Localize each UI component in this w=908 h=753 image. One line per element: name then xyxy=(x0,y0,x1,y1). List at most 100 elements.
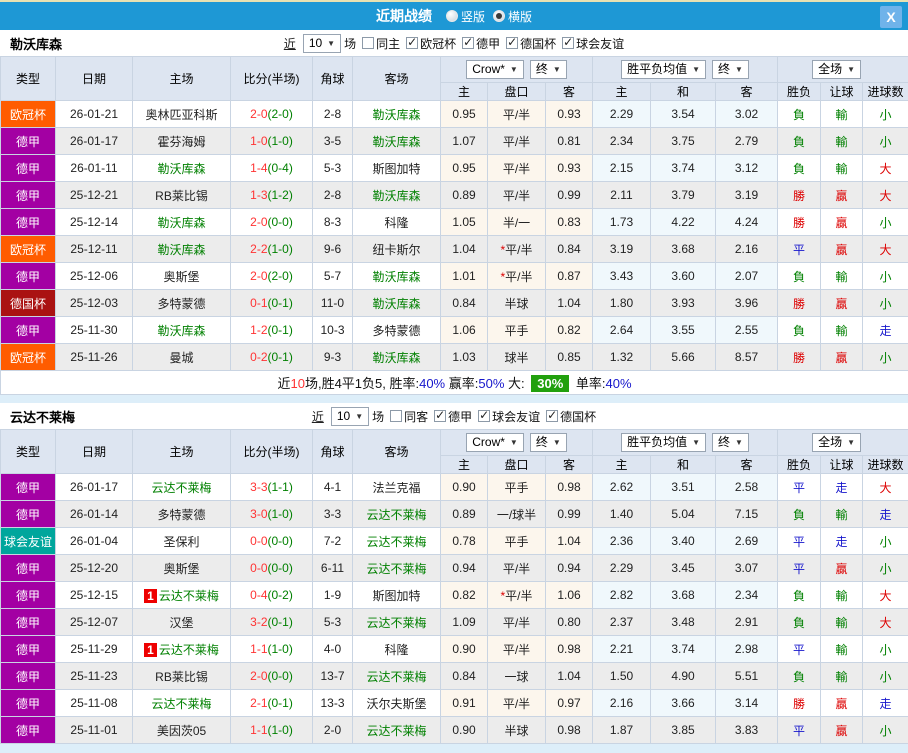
horizontal-layout-radio[interactable] xyxy=(493,10,505,22)
result-goals: 大 xyxy=(862,154,908,182)
away-team: 勒沃库森 xyxy=(352,289,441,317)
league-badge: 德甲 xyxy=(0,662,56,690)
league-filter-label[interactable]: 德国杯 xyxy=(520,35,556,52)
final-avg-select[interactable]: 终 ▼ xyxy=(712,433,749,452)
avg-draw-odds: 5.66 xyxy=(650,343,716,371)
avg-away-odds: 2.98 xyxy=(714,635,779,663)
scope-select[interactable]: 全场 ▼ xyxy=(812,433,862,452)
avg-draw-odds: 3.93 xyxy=(650,289,716,317)
league-badge: 德甲 xyxy=(0,181,56,209)
league-filter-label[interactable]: 德国杯 xyxy=(560,408,596,425)
league-badge: 德甲 xyxy=(0,208,56,236)
vertical-layout-radio[interactable] xyxy=(445,10,458,22)
away-team: 多特蒙德 xyxy=(352,316,441,344)
league-filter-label[interactable]: 德甲 xyxy=(448,408,472,425)
home-odds: 0.95 xyxy=(440,100,488,128)
away-odds: 1.04 xyxy=(545,527,593,555)
vertical-layout-label[interactable]: 竖版 xyxy=(461,8,485,25)
corner-score: 4-1 xyxy=(312,473,353,501)
result-handicap: 輸 xyxy=(820,500,864,528)
home-odds: 0.82 xyxy=(440,581,488,609)
score: 2-2(1-0) xyxy=(230,235,313,263)
home-odds: 1.07 xyxy=(440,127,488,155)
match-date: 25-11-26 xyxy=(55,343,133,371)
result-outcome: 負 xyxy=(777,608,822,636)
league-badge: 德甲 xyxy=(0,689,56,717)
recent-label[interactable]: 近 xyxy=(284,35,296,52)
result-outcome: 平 xyxy=(777,235,822,263)
column-header: 主场 xyxy=(132,429,231,474)
result-goals: 大 xyxy=(862,473,908,501)
home-team: 多特蒙德 xyxy=(132,289,231,317)
match-date: 26-01-21 xyxy=(55,100,133,128)
home-team: 1 云达不莱梅 xyxy=(132,635,231,663)
final-odds-select[interactable]: 终 ▼ xyxy=(529,433,567,452)
handicap: 平/半 xyxy=(487,181,546,209)
league-filter-label[interactable]: 欧冠杯 xyxy=(420,35,456,52)
corner-score: 6-11 xyxy=(312,554,353,582)
result-handicap: 輸 xyxy=(820,262,864,290)
chevron-down-icon: ▼ xyxy=(735,438,743,447)
same-venue-checkbox[interactable] xyxy=(362,37,375,49)
horizontal-layout-label[interactable]: 横版 xyxy=(508,8,532,25)
team-section: 勒沃库森近10 ▼场同主欧冠杯德甲德国杯球会友谊类型日期主场比分(半场)角球客场… xyxy=(0,30,908,395)
odds-source-select[interactable]: Crow* ▼ xyxy=(466,433,524,452)
same-venue-label[interactable]: 同主 xyxy=(376,35,400,52)
league-filter-checkbox[interactable] xyxy=(406,35,419,49)
league-filter-checkbox[interactable] xyxy=(462,35,475,49)
league-filter-label[interactable]: 球会友谊 xyxy=(492,408,540,425)
close-icon[interactable]: X xyxy=(880,6,902,28)
league-filter-checkbox[interactable] xyxy=(506,35,519,49)
corner-score: 10-3 xyxy=(312,316,353,344)
league-filter-label[interactable]: 球会友谊 xyxy=(576,35,624,52)
score: 2-1(0-1) xyxy=(230,689,313,717)
avg-home-odds: 2.34 xyxy=(592,127,651,155)
score: 3-0(1-0) xyxy=(230,500,313,528)
match-row: 欧冠杯 25-12-11 勒沃库森 2-2(1-0) 9-6 纽卡斯尔 1.04 *平/半 0.… xyxy=(0,235,908,263)
avg-draw-odds: 3.68 xyxy=(650,235,716,263)
league-filter-checkbox[interactable] xyxy=(434,408,447,422)
match-row: 德甲 26-01-17 云达不莱梅 3-3(1-1) 4-1 法兰克福 0.90 平手 0.98… xyxy=(0,473,908,501)
avg-home-odds: 1.80 xyxy=(592,289,651,317)
league-filter-label[interactable]: 德甲 xyxy=(476,35,500,52)
final-odds-select[interactable]: 终 ▼ xyxy=(529,60,567,79)
result-outcome: 勝 xyxy=(777,343,822,371)
league-filter-checkbox[interactable] xyxy=(478,408,491,422)
away-team: 云达不莱梅 xyxy=(352,500,441,528)
result-handicap: 輸 xyxy=(820,581,864,609)
result-handicap: 輸 xyxy=(820,635,864,663)
result-handicap: 輸 xyxy=(820,608,864,636)
home-odds: 1.06 xyxy=(440,316,488,344)
score: 0-0(0-0) xyxy=(230,527,313,555)
recent-label[interactable]: 近 xyxy=(312,408,324,425)
final-avg-select[interactable]: 终 ▼ xyxy=(712,60,749,79)
same-venue-checkbox[interactable] xyxy=(390,410,403,422)
result-goals: 小 xyxy=(862,100,908,128)
match-count-select[interactable]: 10 ▼ xyxy=(302,33,342,53)
league-filter-checkbox[interactable] xyxy=(562,35,575,49)
matches-table: 类型 日期 主场 比分(半场) 角球 客场 Crow* ▼ 终 ▼ 胜平负均值 ▼ 终 ▼ 全场 ▼… xyxy=(0,429,908,744)
corner-score: 2-0 xyxy=(312,716,353,744)
column-header: 比分(半场) xyxy=(230,56,313,101)
same-venue-label[interactable]: 同客 xyxy=(404,408,428,425)
avg-odds-select[interactable]: 胜平负均值 ▼ xyxy=(621,60,706,79)
avg-odds-select[interactable]: 胜平负均值 ▼ xyxy=(621,433,706,452)
away-team: 云达不莱梅 xyxy=(352,662,441,690)
handicap: 半球 xyxy=(487,289,546,317)
match-row: 欧冠杯 26-01-21 奥林匹亚科斯 2-0(2-0) 2-8 勒沃库森 0.95 平/半 0… xyxy=(0,100,908,128)
home-team: 美因茨05 xyxy=(132,716,231,744)
match-row: 德甲 25-12-14 勒沃库森 2-0(0-0) 8-3 科隆 1.05 半/一 0.83 1.… xyxy=(0,208,908,236)
odds-source-select[interactable]: Crow* ▼ xyxy=(466,60,524,79)
column-subheader: 和 xyxy=(650,82,716,101)
scope-select[interactable]: 全场 ▼ xyxy=(812,60,862,79)
result-handicap: 輸 xyxy=(820,154,864,182)
match-count-select[interactable]: 10 ▼ xyxy=(330,406,370,426)
league-filter-checkbox[interactable] xyxy=(546,408,559,422)
result-outcome: 負 xyxy=(777,262,822,290)
avg-away-odds: 2.55 xyxy=(714,316,779,344)
avg-home-odds: 2.29 xyxy=(592,554,651,582)
home-odds: 0.90 xyxy=(440,473,488,501)
home-team: 奥斯堡 xyxy=(132,554,231,582)
result-handicap: 贏 xyxy=(820,208,864,236)
team-name: 云达不莱梅 xyxy=(10,409,76,425)
